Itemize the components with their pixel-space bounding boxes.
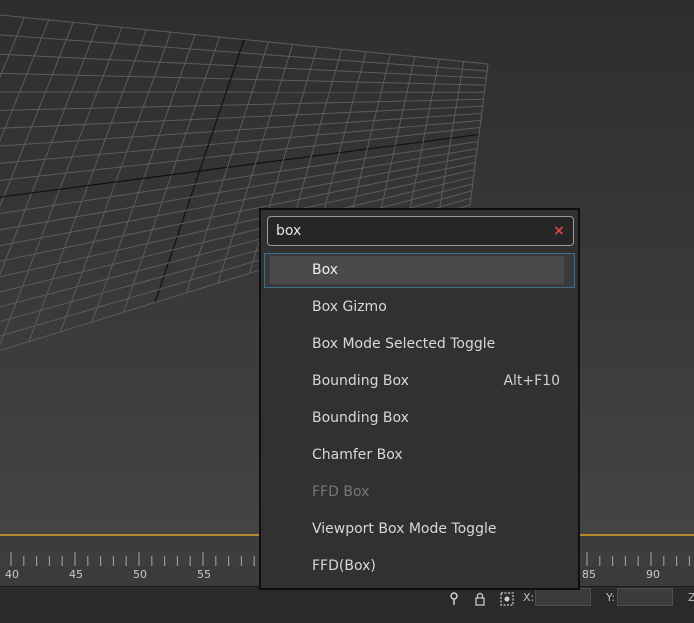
result-label: Box bbox=[312, 252, 338, 289]
result-item-box[interactable]: Box bbox=[261, 252, 578, 289]
z-coord-label: Z bbox=[688, 591, 694, 604]
grid-line bbox=[0, 135, 479, 208]
x-coord-label: X: bbox=[523, 591, 534, 604]
result-item-box-mode-selected-toggle[interactable]: Box Mode Selected Toggle bbox=[261, 326, 578, 363]
status-bar: X: Y: Z bbox=[0, 586, 694, 623]
results-list: Box Box Gizmo Box Mode Selected Toggle B… bbox=[261, 252, 578, 585]
tick-label-45: 45 bbox=[69, 568, 83, 581]
grid-line bbox=[0, 113, 482, 149]
tick-label-90: 90 bbox=[646, 568, 660, 581]
y-coord-field[interactable] bbox=[617, 588, 673, 606]
result-label: Viewport Box Mode Toggle bbox=[312, 511, 496, 548]
result-label: Box Gizmo bbox=[312, 289, 387, 326]
result-item-viewport-box-mode-toggle[interactable]: Viewport Box Mode Toggle bbox=[261, 511, 578, 548]
tick-label-40: 40 bbox=[5, 568, 19, 581]
result-label: FFD Box bbox=[312, 474, 369, 511]
action-search-popup: × Box Box Gizmo Box Mode Selected Toggle… bbox=[259, 208, 580, 590]
lock-icon[interactable] bbox=[472, 591, 488, 607]
result-item-ffd-box: FFD Box bbox=[261, 474, 578, 511]
result-label: Bounding Box bbox=[312, 400, 409, 437]
y-coord-label: Y: bbox=[606, 591, 615, 604]
x-coord-field[interactable] bbox=[535, 588, 591, 606]
result-item-chamfer-box[interactable]: Chamfer Box bbox=[261, 437, 578, 474]
search-input[interactable] bbox=[276, 222, 536, 240]
result-label: Bounding Box bbox=[312, 363, 409, 400]
result-label: Box Mode Selected Toggle bbox=[312, 326, 495, 363]
selection-icon[interactable] bbox=[499, 591, 515, 607]
result-item-bounding-box[interactable]: Bounding Box Alt+F10 bbox=[261, 363, 578, 400]
result-label: Chamfer Box bbox=[312, 437, 403, 474]
close-icon[interactable]: × bbox=[552, 223, 566, 239]
search-box: × bbox=[267, 216, 574, 246]
result-shortcut: Alt+F10 bbox=[503, 363, 560, 400]
result-label: FFD(Box) bbox=[312, 548, 376, 585]
result-item-bounding-box-2[interactable]: Bounding Box bbox=[261, 400, 578, 437]
tick-label-55: 55 bbox=[197, 568, 211, 581]
result-item-box-gizmo[interactable]: Box Gizmo bbox=[261, 289, 578, 326]
tick-label-50: 50 bbox=[133, 568, 147, 581]
key-icon[interactable] bbox=[446, 591, 462, 607]
result-item-ffd-box-paren[interactable]: FFD(Box) bbox=[261, 548, 578, 585]
tick-label-85: 85 bbox=[582, 568, 596, 581]
